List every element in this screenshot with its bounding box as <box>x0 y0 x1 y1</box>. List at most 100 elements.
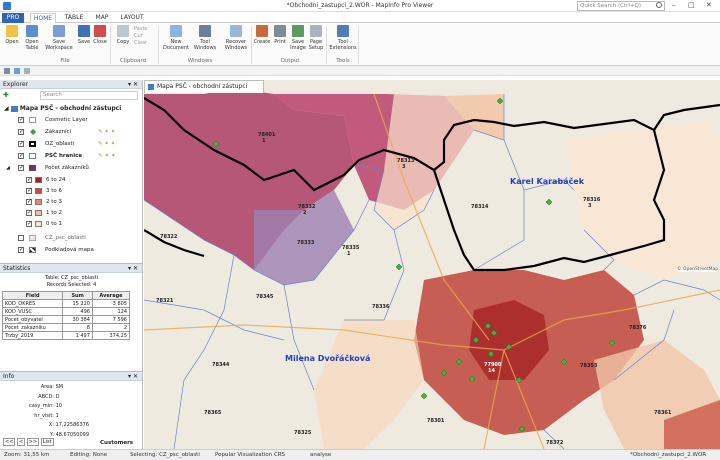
info-table-name[interactable]: Customers <box>100 440 133 446</box>
pane-close-icon[interactable]: ▾ ✕ <box>128 264 138 273</box>
pane-close-icon[interactable]: ▾ ✕ <box>128 372 138 381</box>
cosmetic-layer-icon <box>29 117 36 123</box>
info-key: X: <box>48 422 54 428</box>
recover-icon <box>230 25 242 37</box>
layer-visible-checkbox[interactable] <box>18 151 24 160</box>
layer-visible-checkbox[interactable] <box>18 235 24 241</box>
legend-label: 3 to 6 <box>46 188 63 194</box>
sales-rep-label: Karel Karabáček <box>510 177 585 186</box>
layer-tool-icon[interactable] <box>14 68 20 74</box>
legend-checkbox[interactable] <box>26 208 32 217</box>
minimize-icon[interactable]: – <box>672 1 676 9</box>
layer-label: OZ_oblasti <box>45 141 75 147</box>
layer-tools-icon[interactable]: ✎ ✦ ✦ <box>98 140 115 149</box>
zoom-status[interactable]: Zoom: 31,55 km <box>4 450 50 460</box>
cut-button[interactable]: Cut <box>134 33 148 40</box>
layer-podkladova-mapa[interactable]: Podkladová mapa <box>18 245 138 255</box>
tab-pro[interactable]: PRO <box>2 13 24 23</box>
close-window-icon[interactable]: ✕ <box>706 1 712 9</box>
tab-map[interactable]: MAP <box>92 13 112 23</box>
layer-visible-checkbox[interactable] <box>18 245 24 254</box>
ribbon-tabs: PRO HOME TABLE MAP LAYOUT <box>0 12 720 23</box>
crs-status[interactable]: Popular Visualization CRS <box>215 450 285 460</box>
tool-extensions-button[interactable]: Tool Extensions <box>329 25 357 51</box>
paste-button[interactable]: Paste <box>134 26 148 33</box>
select-tool-icon[interactable] <box>4 68 10 74</box>
info-value: 17,22586376 <box>55 422 89 428</box>
layer-visible-checkbox[interactable] <box>18 163 24 172</box>
layer-label: PSČ hranice <box>45 153 83 159</box>
layer-visible-checkbox[interactable] <box>18 115 24 124</box>
collapse-icon[interactable]: ◢ <box>4 105 9 112</box>
layer-cz-psc-oblasti[interactable]: CZ_psc_oblasti <box>18 234 138 243</box>
next-record-button[interactable]: >> <box>26 438 40 446</box>
map-window[interactable]: 78401 1 78313 3 78314 78316 3 78332 2 78… <box>144 80 720 449</box>
info-field: X: 17,22586376 <box>0 421 140 431</box>
open-button[interactable]: Open <box>1 25 23 45</box>
legend-checkbox[interactable] <box>26 186 32 195</box>
layer-pocet-zakazniku[interactable]: ◢ Počet zákazníků <box>6 163 136 173</box>
zip-label: 78361 <box>654 410 672 416</box>
page-setup-button[interactable]: Page Setup <box>305 25 327 51</box>
zip-label: 78332 <box>298 204 316 210</box>
info-fields: Area: SM ABCD: D casy_min: 10 hr_visit: … <box>0 383 140 440</box>
explorer-search-input[interactable]: Search <box>40 91 138 100</box>
legend-swatch <box>35 177 42 183</box>
grid-tool-icon[interactable] <box>24 68 30 74</box>
zip-count-label: 3 <box>588 203 592 209</box>
clear-button[interactable]: Clear <box>134 40 148 47</box>
map-tree-item[interactable]: ◢ Mapa PSČ - obchodní zástupci <box>4 104 121 113</box>
legend-checkbox[interactable] <box>26 219 32 228</box>
save-workspace-button[interactable]: Save Workspace <box>44 25 74 51</box>
close-button[interactable]: Close <box>89 25 111 45</box>
statistics-selected-line: Records Selected: 4 <box>46 282 97 288</box>
layer-tools-icon[interactable]: ✎ ✦ ✦ <box>98 128 115 137</box>
list-button[interactable]: List <box>40 438 54 446</box>
layer-visible-checkbox[interactable] <box>18 139 24 148</box>
prev-record-button[interactable]: < <box>16 438 26 446</box>
ribbon-separator <box>110 26 111 64</box>
pane-close-icon[interactable]: ▾ ✕ <box>128 80 138 89</box>
copy-button[interactable]: Copy <box>112 25 134 45</box>
layer-cosmetic[interactable]: Cosmetic Layer <box>18 115 138 125</box>
layer-psc-hranice[interactable]: PSČ hranice ✎ ✦ ✦ <box>18 151 138 161</box>
tool-windows-button[interactable]: Tool Windows <box>192 25 218 51</box>
first-record-button[interactable]: << <box>3 438 16 446</box>
info-field: ABCD: D <box>0 393 140 403</box>
legend-checkbox[interactable] <box>26 175 32 184</box>
quick-search-input[interactable]: Quick Search (Ctrl+Q) <box>577 1 665 11</box>
layer-zakaznici[interactable]: ◆ Zákazníci ✎ ✦ ✦ <box>18 127 138 137</box>
info-value: 10 <box>55 403 62 409</box>
thematic-map-icon <box>29 165 36 171</box>
layer-tools-icon[interactable]: ✎ ✦ ✦ <box>98 152 116 161</box>
legend-swatch <box>35 221 42 227</box>
search-icon[interactable] <box>656 2 662 8</box>
selecting-status[interactable]: Selecting: CZ_psc_oblasti <box>130 450 200 460</box>
open-table-button[interactable]: Open Table <box>21 25 43 51</box>
maximize-icon[interactable]: □ <box>688 1 695 9</box>
layer-oz-oblasti[interactable]: OZ_oblasti ✎ ✦ ✦ <box>18 139 138 149</box>
analyse-status[interactable]: analyse <box>310 450 331 460</box>
add-layer-icon[interactable]: ✚ <box>3 92 13 99</box>
map-canvas[interactable] <box>144 80 720 449</box>
new-document-button[interactable]: New Document <box>163 25 189 51</box>
collapse-icon[interactable]: ◢ <box>6 164 10 173</box>
legend-checkbox[interactable] <box>26 197 32 206</box>
document-status: *Obchodni_zastupci_2.WOR <box>630 452 707 458</box>
layer-visible-checkbox[interactable] <box>18 127 24 136</box>
map-document-tab[interactable]: Mapa PSČ - obchodní zástupci <box>144 80 264 93</box>
group-file-label: File <box>60 58 70 64</box>
new-document-icon <box>170 25 182 37</box>
workspace-icon <box>53 25 65 37</box>
ribbon-separator <box>158 26 159 64</box>
tab-table[interactable]: TABLE <box>62 13 86 23</box>
cell: KOD_OKRES <box>1 299 64 308</box>
explorer-header: Explorer ▾ ✕ <box>0 80 142 89</box>
tab-layout[interactable]: LAYOUT <box>118 13 146 23</box>
sales-rep-label: Milena Dvořáčková <box>285 354 371 363</box>
editing-status[interactable]: Editing: None <box>70 450 107 460</box>
tab-home[interactable]: HOME <box>30 13 56 23</box>
info-title: Info <box>3 373 15 380</box>
zip-label: 78376 <box>629 325 647 331</box>
recover-windows-button[interactable]: Recover Windows <box>222 25 250 51</box>
